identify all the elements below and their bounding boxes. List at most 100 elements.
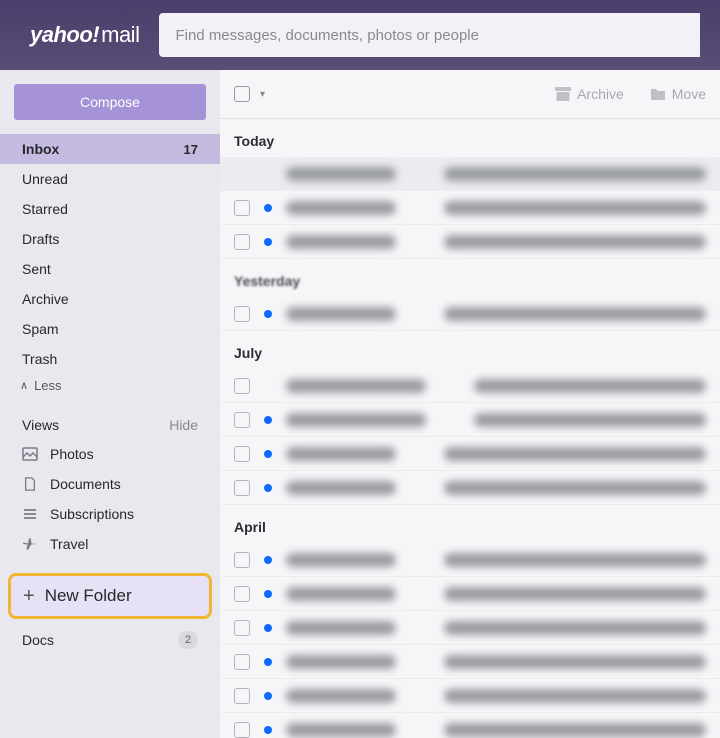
view-documents[interactable]: Documents (0, 469, 220, 499)
row-checkbox[interactable] (234, 378, 250, 394)
folder-drafts[interactable]: Drafts (0, 224, 220, 254)
logo-mail: mail (101, 22, 139, 48)
sender-blur (286, 447, 396, 461)
system-folders: Inbox 17 Unread Starred Drafts Sent Arch… (0, 134, 220, 374)
row-checkbox[interactable] (234, 446, 250, 462)
folder-label: Inbox (22, 141, 59, 157)
sender-blur (286, 413, 426, 427)
select-dropdown-caret[interactable]: ▾ (260, 89, 265, 100)
yahoo-mail-logo[interactable]: yahoo!mail (30, 22, 139, 48)
subject-blur (444, 587, 706, 601)
unread-dot (264, 238, 272, 246)
row-checkbox[interactable] (234, 552, 250, 568)
action-label: Archive (577, 86, 624, 102)
search-input[interactable] (159, 13, 700, 57)
message-row[interactable] (220, 297, 720, 331)
folder-trash[interactable]: Trash (0, 344, 220, 374)
row-checkbox[interactable] (234, 306, 250, 322)
select-all-checkbox[interactable] (234, 86, 250, 102)
message-row[interactable] (220, 679, 720, 713)
folder-label: Drafts (22, 231, 59, 247)
folder-label: Unread (22, 171, 68, 187)
subject-blur (444, 447, 706, 461)
unread-dot (264, 726, 272, 734)
folder-inbox[interactable]: Inbox 17 (0, 134, 220, 164)
view-label: Subscriptions (50, 506, 134, 522)
subject-blur (474, 413, 706, 427)
view-photos[interactable]: Photos (0, 439, 220, 469)
new-folder-label: New Folder (45, 586, 132, 606)
row-checkbox[interactable] (234, 722, 250, 738)
sender-blur (286, 621, 396, 635)
unread-dot (264, 556, 272, 564)
subject-blur (444, 553, 706, 567)
app-header: yahoo!mail (0, 0, 720, 70)
subject-blur (444, 621, 706, 635)
message-list: Today Yesterday July April (220, 119, 720, 738)
row-checkbox[interactable] (234, 234, 250, 250)
message-row[interactable] (220, 157, 720, 191)
subject-blur (444, 167, 706, 181)
message-row[interactable] (220, 611, 720, 645)
row-checkbox[interactable] (234, 654, 250, 670)
folder-starred[interactable]: Starred (0, 194, 220, 224)
folder-unread[interactable]: Unread (0, 164, 220, 194)
subject-blur (444, 689, 706, 703)
document-icon (22, 476, 38, 492)
message-row[interactable] (220, 225, 720, 259)
folder-count: 17 (184, 142, 198, 157)
row-checkbox[interactable] (234, 586, 250, 602)
row-checkbox[interactable] (234, 200, 250, 216)
unread-dot (264, 484, 272, 492)
message-row[interactable] (220, 403, 720, 437)
message-row[interactable] (220, 437, 720, 471)
folder-archive[interactable]: Archive (0, 284, 220, 314)
hide-views-button[interactable]: Hide (169, 417, 198, 433)
message-row[interactable] (220, 645, 720, 679)
user-folder-docs[interactable]: Docs 2 (0, 625, 220, 655)
less-label: Less (34, 378, 61, 393)
search-container (159, 13, 700, 57)
row-checkbox[interactable] (234, 688, 250, 704)
unread-dot (264, 416, 272, 424)
sender-blur (286, 235, 396, 249)
message-row[interactable] (220, 713, 720, 738)
logo-bang: ! (92, 22, 99, 48)
message-row[interactable] (220, 369, 720, 403)
subject-blur (444, 235, 706, 249)
message-row[interactable] (220, 543, 720, 577)
new-folder-button[interactable]: + New Folder (8, 573, 212, 619)
row-checkbox[interactable] (234, 480, 250, 496)
subject-blur (444, 723, 706, 737)
folder-badge: 2 (178, 631, 198, 649)
message-toolbar: ▾ Archive Move (220, 70, 720, 119)
folder-spam[interactable]: Spam (0, 314, 220, 344)
message-row[interactable] (220, 191, 720, 225)
new-folder-highlight: + New Folder (8, 573, 212, 619)
sender-blur (286, 201, 396, 215)
move-icon (650, 87, 666, 101)
unread-dot (264, 204, 272, 212)
view-travel[interactable]: Travel (0, 529, 220, 559)
view-subscriptions[interactable]: Subscriptions (0, 499, 220, 529)
group-yesterday: Yesterday (220, 259, 720, 297)
row-checkbox[interactable] (234, 620, 250, 636)
message-row[interactable] (220, 471, 720, 505)
folder-label: Trash (22, 351, 57, 367)
group-july: July (220, 331, 720, 369)
folder-label: Archive (22, 291, 69, 307)
sender-blur (286, 553, 396, 567)
archive-button[interactable]: Archive (555, 86, 624, 102)
views-title: Views (22, 417, 59, 433)
sender-blur (286, 481, 396, 495)
folder-sent[interactable]: Sent (0, 254, 220, 284)
subject-blur (444, 201, 706, 215)
unread-dot (264, 310, 272, 318)
collapse-folders[interactable]: ∧ Less (0, 374, 220, 403)
message-row[interactable] (220, 577, 720, 611)
subject-blur (444, 481, 706, 495)
chevron-up-icon: ∧ (20, 379, 28, 392)
compose-button[interactable]: Compose (14, 84, 206, 120)
row-checkbox[interactable] (234, 412, 250, 428)
move-button[interactable]: Move (650, 86, 706, 102)
